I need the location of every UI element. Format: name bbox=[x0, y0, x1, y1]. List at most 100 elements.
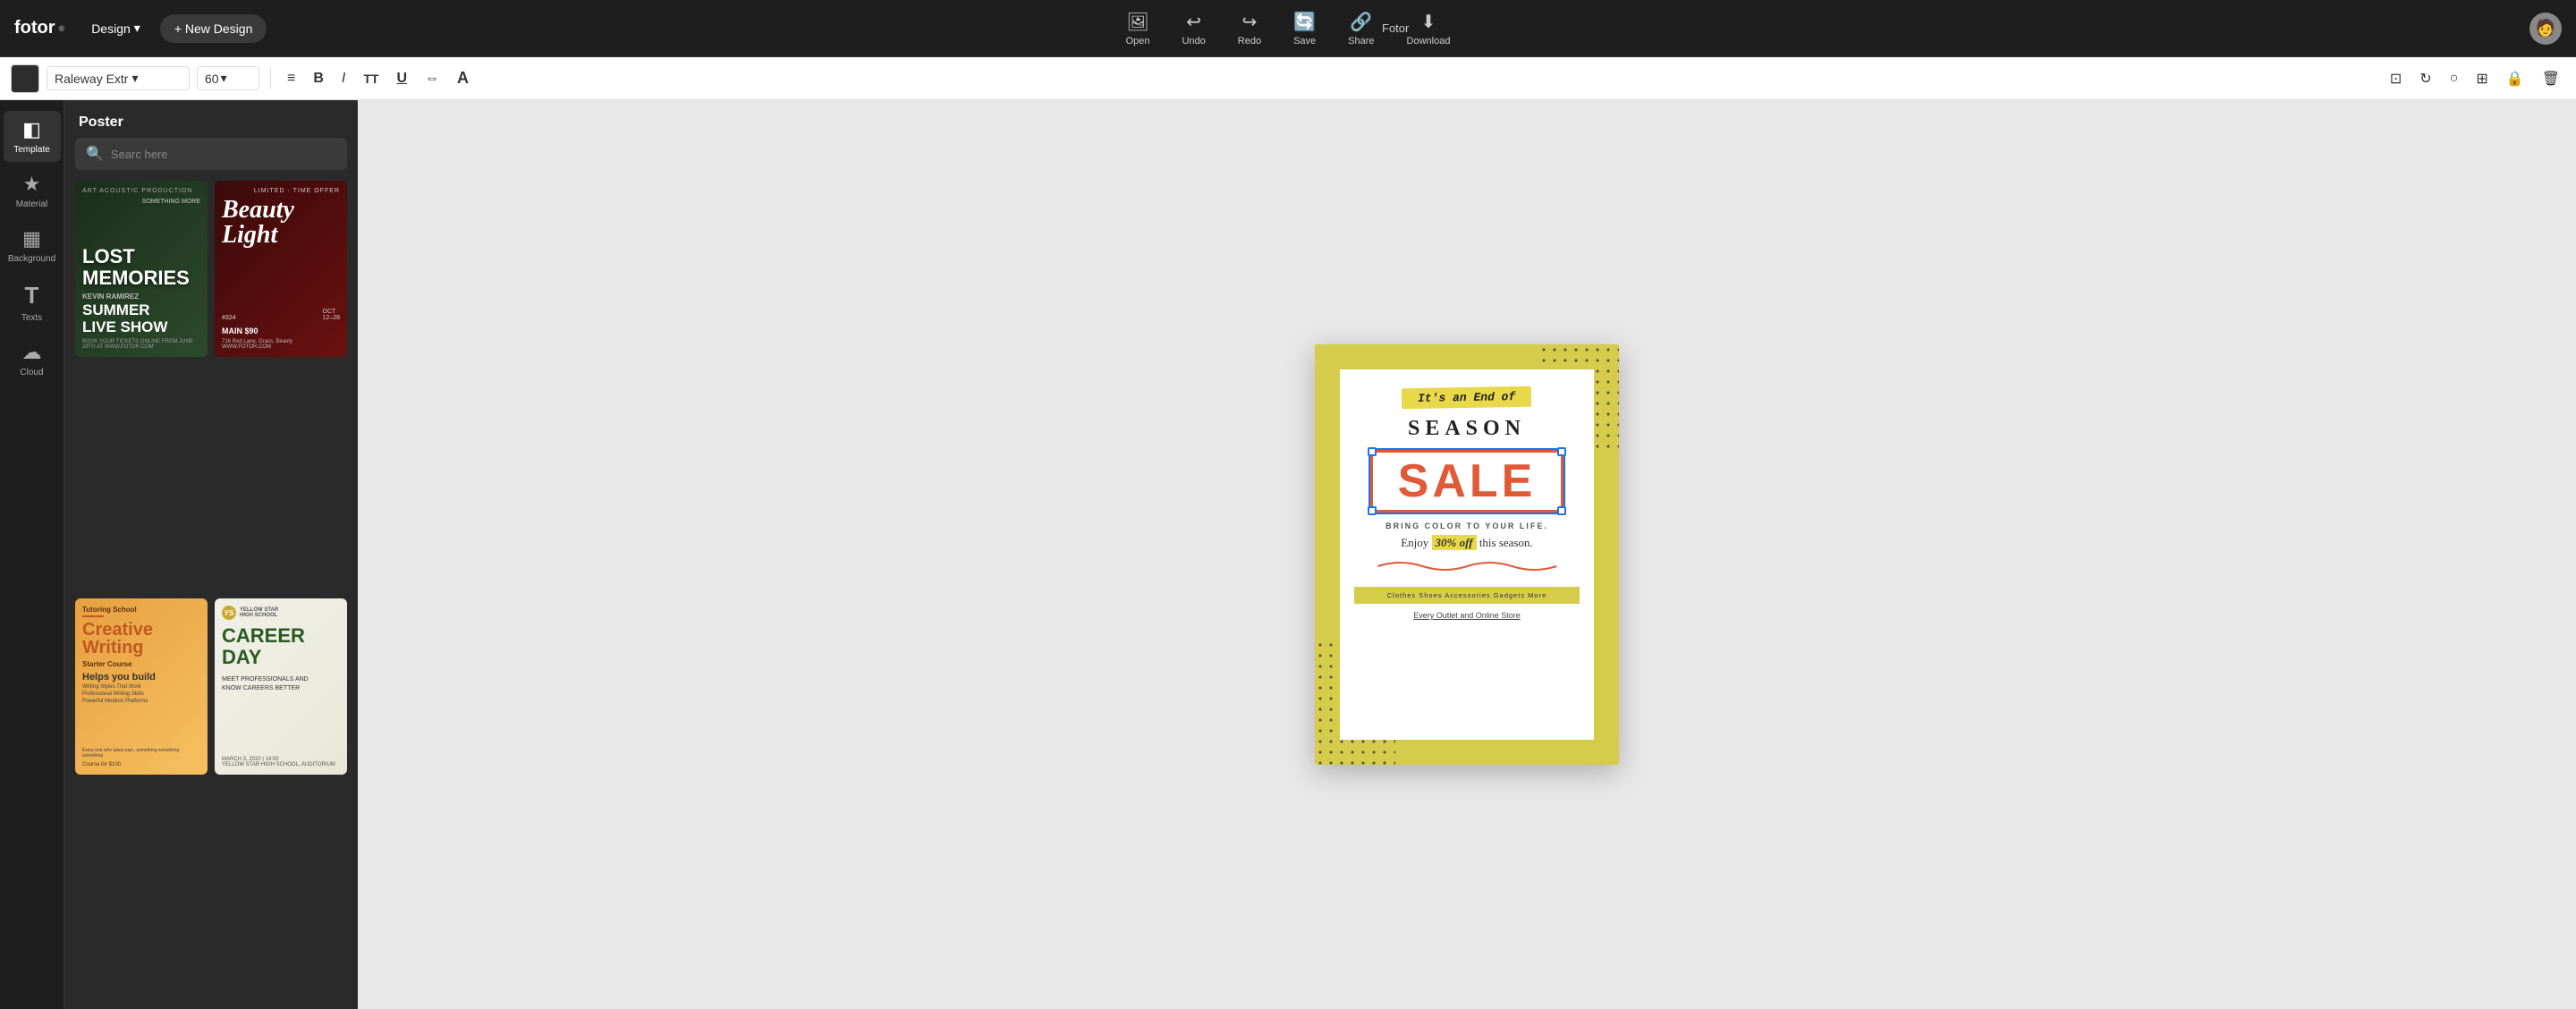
poster-sale-box[interactable]: SALE bbox=[1370, 450, 1564, 513]
handle-top-left[interactable] bbox=[1368, 447, 1377, 456]
lock-button[interactable]: 🔒 bbox=[2501, 66, 2529, 91]
texts-icon: T bbox=[25, 282, 39, 309]
sidebar-item-texts-label: Texts bbox=[21, 313, 42, 323]
sidebar-item-material[interactable]: ★ Material bbox=[4, 165, 61, 216]
text-case-button[interactable]: A bbox=[452, 65, 474, 91]
left-panel: Poster 🔍 ART ACOUSTIC PRODUCTION SOMETHI… bbox=[64, 100, 358, 1009]
template-card-2[interactable]: LIMITED · TIME OFFER BeautyLight #324 MA… bbox=[215, 181, 347, 357]
font-size-chevron-icon: ▾ bbox=[221, 71, 227, 86]
poster-canvas[interactable]: It's an End of SEASON SALE BRING COLOR T… bbox=[1315, 344, 1619, 765]
template-card-3[interactable]: Tutoring School CreativeWriting Starter … bbox=[75, 598, 208, 775]
sidebar-item-material-label: Material bbox=[16, 199, 48, 209]
open-label: Open bbox=[1126, 36, 1150, 47]
poster-categories: Clothes Shoes Accessories Gadgets More bbox=[1354, 587, 1580, 604]
save-button[interactable]: 🔄 Save bbox=[1286, 7, 1323, 50]
handle-bottom-left[interactable] bbox=[1368, 506, 1377, 515]
panel-title: Poster bbox=[64, 100, 358, 138]
text-color-swatch[interactable] bbox=[11, 64, 39, 93]
cloud-icon: ☁ bbox=[22, 341, 42, 364]
top-bar: fotor ® Design ▾ + New Design 🖼 Open ↩ U… bbox=[0, 0, 2576, 57]
format-bar: Raleway Extr ▾ 60 ▾ ≡ B I TT U ⇔ A ⊡ ↻ ○… bbox=[0, 57, 2576, 100]
template-card-4[interactable]: YS YELLOW STARHIGH SCHOOL CAREERDAY MEET… bbox=[215, 598, 347, 775]
sidebar-item-texts[interactable]: T Texts bbox=[4, 275, 61, 330]
chevron-down-icon: ▾ bbox=[134, 21, 140, 36]
template-card-1[interactable]: ART ACOUSTIC PRODUCTION SOMETHING MORE L… bbox=[75, 181, 208, 357]
separator-1 bbox=[270, 68, 271, 89]
underline-button[interactable]: U bbox=[391, 67, 412, 90]
sidebar-item-cloud[interactable]: ☁ Cloud bbox=[4, 334, 61, 385]
sidebar-item-template-label: Template bbox=[13, 145, 50, 155]
poster-this-season: this season. bbox=[1479, 536, 1533, 549]
template-icon: ◧ bbox=[22, 118, 41, 141]
download-icon: ⬇ bbox=[1421, 11, 1436, 33]
size-button[interactable]: TT bbox=[358, 68, 384, 89]
sidebar-item-background[interactable]: ▦ Background bbox=[4, 220, 61, 271]
italic-label: I bbox=[342, 71, 345, 87]
poster-enjoy-text: Enjoy bbox=[1401, 536, 1428, 549]
text-case-icon: A bbox=[457, 69, 469, 88]
logo-superscript: ® bbox=[59, 24, 65, 33]
circle-button[interactable]: ○ bbox=[2445, 67, 2464, 90]
save-label: Save bbox=[1293, 36, 1316, 47]
logo: fotor ® bbox=[14, 18, 64, 38]
toolbar-center: 🖼 Open ↩ Undo ↪ Redo 🔄 Save 🔗 Share ⬇ Do… bbox=[1119, 7, 1458, 50]
format-right-actions: ⊡ ↻ ○ ⊞ 🔒 🗑 bbox=[2385, 66, 2565, 91]
size-icon: TT bbox=[363, 72, 378, 86]
undo-label: Undo bbox=[1182, 36, 1205, 47]
search-box: 🔍 bbox=[75, 138, 347, 170]
font-name-label: Raleway Extr bbox=[55, 72, 128, 86]
share-icon: 🔗 bbox=[1350, 11, 1372, 33]
redo-icon: ↪ bbox=[1242, 11, 1258, 33]
poster-discount: 30% off bbox=[1432, 535, 1477, 550]
share-label: Share bbox=[1348, 36, 1374, 47]
bold-label: B bbox=[313, 71, 324, 87]
sidebar-item-template[interactable]: ◧ Template bbox=[4, 111, 61, 162]
main-area: ◧ Template ★ Material ▦ Background T Tex… bbox=[0, 100, 2576, 1009]
undo-icon: ↩ bbox=[1186, 11, 1201, 33]
handle-bottom-right[interactable] bbox=[1557, 506, 1566, 515]
avatar[interactable]: 🧑 bbox=[2529, 13, 2562, 45]
poster-store: Every Outlet and Online Store bbox=[1413, 611, 1521, 620]
avatar-image: 🧑 bbox=[2536, 19, 2555, 38]
layers-icon: ⊞ bbox=[2476, 70, 2487, 88]
italic-button[interactable]: I bbox=[336, 67, 351, 90]
poster-tag: It's an End of bbox=[1402, 386, 1532, 410]
underline-icon: U bbox=[396, 71, 407, 87]
align-icon: ≡ bbox=[287, 71, 295, 87]
new-design-button[interactable]: + New Design bbox=[160, 14, 267, 43]
open-button[interactable]: 🖼 Open bbox=[1119, 7, 1157, 50]
layers-button[interactable]: ⊞ bbox=[2470, 66, 2493, 91]
rotate-button[interactable]: ↻ bbox=[2414, 66, 2436, 91]
poster-wave-decoration bbox=[1366, 559, 1569, 578]
download-label: Download bbox=[1407, 36, 1451, 47]
sidebar: ◧ Template ★ Material ▦ Background T Tex… bbox=[0, 100, 64, 1009]
handle-top-right[interactable] bbox=[1557, 447, 1566, 456]
share-button[interactable]: 🔗 Share bbox=[1341, 7, 1381, 50]
poster-bring-color: BRING COLOR TO YOUR LIFE. bbox=[1385, 521, 1548, 530]
delete-icon: 🗑 bbox=[2542, 70, 2560, 88]
font-family-selector[interactable]: Raleway Extr ▾ bbox=[47, 66, 190, 90]
design-button[interactable]: Design ▾ bbox=[82, 15, 149, 41]
delete-button[interactable]: 🗑 bbox=[2537, 66, 2565, 91]
undo-button[interactable]: ↩ Undo bbox=[1174, 7, 1212, 50]
redo-label: Redo bbox=[1238, 36, 1261, 47]
new-design-label: + New Design bbox=[174, 21, 253, 36]
logo-text: fotor bbox=[14, 18, 55, 38]
save-icon: 🔄 bbox=[1293, 11, 1316, 33]
bold-button[interactable]: B bbox=[308, 67, 329, 90]
sidebar-item-cloud-label: Cloud bbox=[20, 368, 43, 377]
open-icon: 🖼 bbox=[1126, 11, 1148, 33]
poster-content: It's an End of SEASON SALE BRING COLOR T… bbox=[1340, 369, 1594, 740]
lock-icon: 🔒 bbox=[2506, 70, 2524, 88]
align-button[interactable]: ≡ bbox=[282, 67, 301, 90]
redo-button[interactable]: ↪ Redo bbox=[1231, 7, 1268, 50]
search-input[interactable] bbox=[111, 148, 336, 161]
font-size-selector[interactable]: 60 ▾ bbox=[197, 66, 259, 90]
poster-sale-text: SALE bbox=[1398, 458, 1537, 504]
wave-svg bbox=[1366, 559, 1569, 573]
crop-button[interactable]: ⊡ bbox=[2385, 66, 2407, 91]
download-button[interactable]: ⬇ Download bbox=[1400, 7, 1458, 50]
letter-spacing-button[interactable]: ⇔ bbox=[419, 67, 445, 90]
material-icon: ★ bbox=[23, 173, 41, 196]
letter-spacing-icon: ⇔ bbox=[425, 71, 439, 87]
